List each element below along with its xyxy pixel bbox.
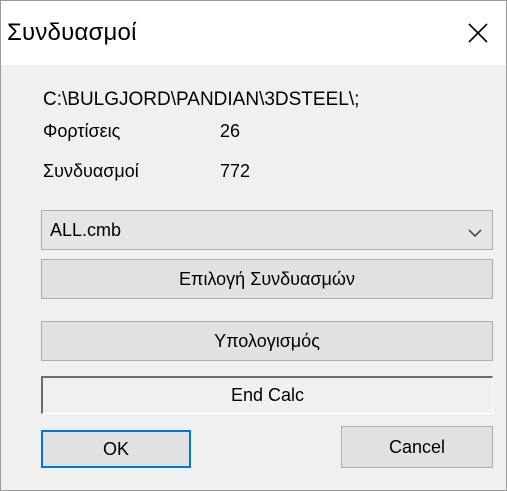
end-calc-button[interactable]: End Calc — [41, 376, 493, 414]
window-title: Συνδυασμοί — [7, 19, 137, 46]
combinations-label: Συνδυασμοί — [43, 161, 139, 181]
combo-file-dropdown[interactable]: ALL.cmb — [41, 210, 493, 250]
chevron-down-icon — [468, 225, 482, 243]
select-combinations-button[interactable]: Επιλογή Συνδυασμών — [41, 259, 493, 299]
close-icon — [467, 22, 489, 44]
cancel-button[interactable]: Cancel — [341, 426, 493, 468]
close-button[interactable] — [450, 1, 506, 65]
loads-count: 26 — [220, 121, 241, 141]
project-path-text: C:\BULGJORD\PANDIAN\3DSTEEL\; — [43, 89, 360, 110]
ok-button[interactable]: OK — [41, 430, 191, 468]
title-bar: Συνδυασμοί — [1, 1, 506, 65]
combo-file-selected-value: ALL.cmb — [50, 220, 122, 240]
calculate-button[interactable]: Υπολογισμός — [41, 321, 493, 361]
combinations-count: 772 — [220, 161, 251, 181]
loads-label: Φορτίσεις — [43, 121, 121, 141]
combinations-dialog: Συνδυασμοί C:\BULGJORD\PANDIAN\3DSTEEL\;… — [0, 0, 507, 491]
